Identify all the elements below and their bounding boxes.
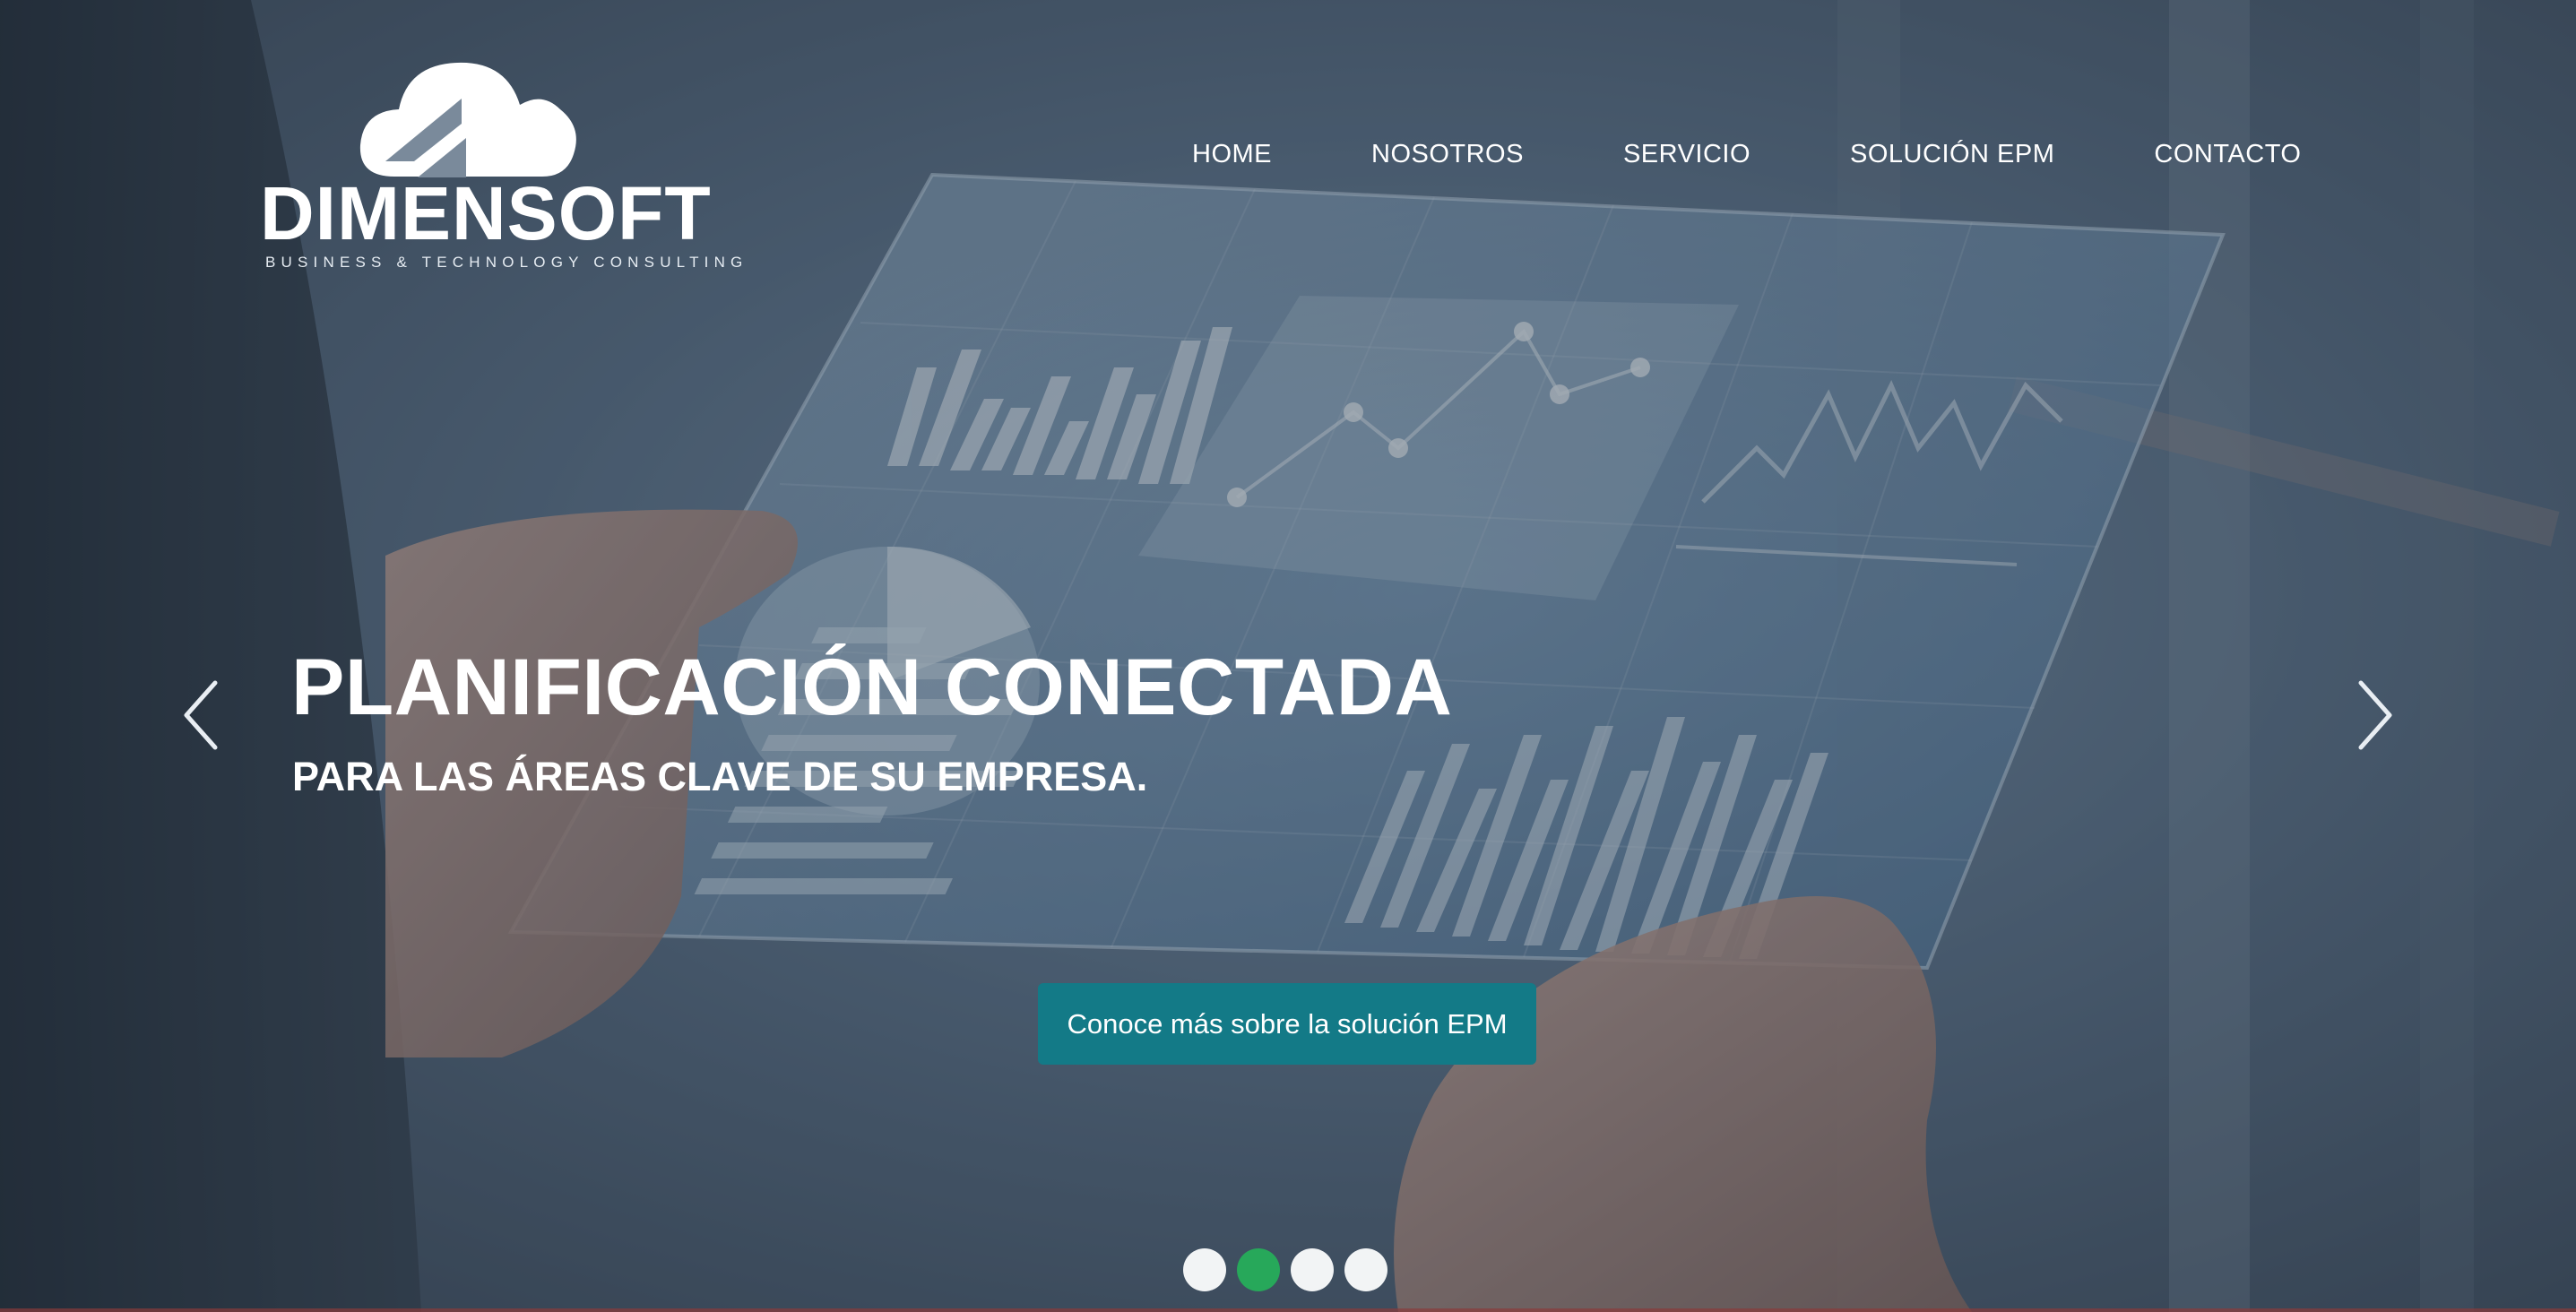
- nav-item-solucion-epm[interactable]: SOLUCIÓN EPM: [1850, 140, 2054, 169]
- carousel-dot-4[interactable]: [1344, 1248, 1387, 1291]
- hero-subheadline: PARA LAS ÁREAS CLAVE DE SU EMPRESA.: [292, 754, 1148, 799]
- nav-item-nosotros[interactable]: NOSOTROS: [1371, 140, 1524, 169]
- brand-name: DIMENSOFT: [260, 171, 712, 255]
- carousel-prev-button[interactable]: [176, 678, 229, 753]
- carousel-indicators: [1183, 1248, 1387, 1291]
- main-nav: HOME NOSOTROS SERVICIO SOLUCIÓN EPM CONT…: [1192, 134, 2301, 174]
- hero-headline: PLANIFICACIÓN CONECTADA: [291, 642, 1453, 731]
- carousel-dot-1[interactable]: [1183, 1248, 1226, 1291]
- carousel-dot-3[interactable]: [1291, 1248, 1334, 1291]
- carousel-dot-2[interactable]: [1237, 1248, 1280, 1291]
- brand-logo[interactable]: DIMENSOFT BUSINESS & TECHNOLOGY CONSULTI…: [260, 56, 742, 280]
- nav-item-contacto[interactable]: CONTACTO: [2154, 140, 2301, 169]
- carousel-next-button[interactable]: [2347, 678, 2400, 753]
- epm-cta-button[interactable]: Conoce más sobre la solución EPM: [1038, 983, 1536, 1065]
- chevron-right-icon: [2358, 680, 2392, 750]
- chevron-left-icon: [184, 680, 218, 750]
- hero-bottom-border: [0, 1308, 2576, 1312]
- cloud-logo-icon: [359, 62, 576, 177]
- brand-tagline: BUSINESS & TECHNOLOGY CONSULTING: [265, 254, 748, 271]
- nav-item-servicio[interactable]: SERVICIO: [1623, 140, 1750, 169]
- nav-item-home[interactable]: HOME: [1192, 140, 1272, 169]
- hero-carousel: DIMENSOFT BUSINESS & TECHNOLOGY CONSULTI…: [0, 0, 2576, 1312]
